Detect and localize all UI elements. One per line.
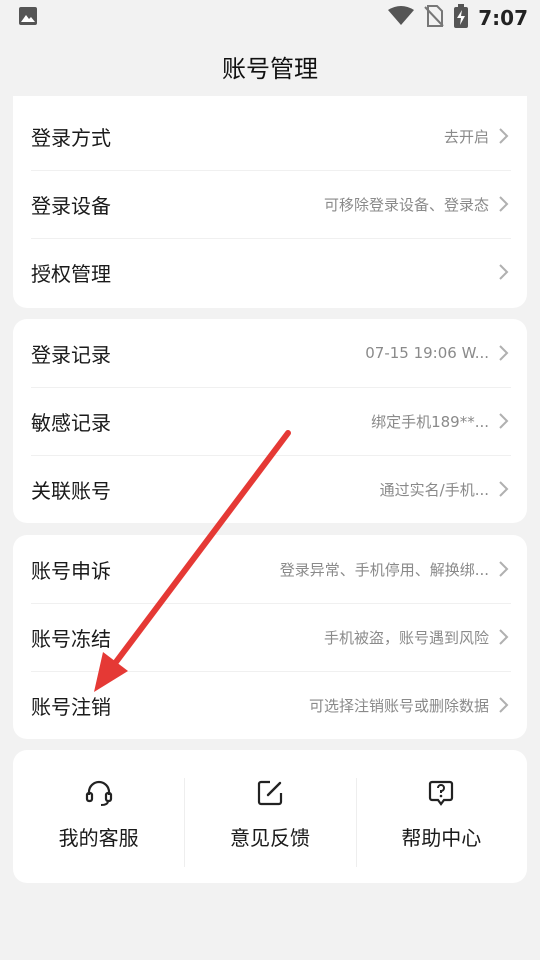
row-value: 绑定手机189**...	[371, 412, 489, 431]
status-bar: 7:07	[0, 0, 540, 36]
row-label: 登录方式	[31, 125, 111, 150]
row-linked-accounts[interactable]: 关联账号 通过实名/手机...	[13, 455, 527, 523]
chevron-right-icon	[499, 196, 509, 212]
row-value: 登录异常、手机停用、解换绑...	[279, 560, 489, 579]
row-label: 授权管理	[31, 261, 111, 286]
tool-feedback[interactable]: 意见反馈	[184, 750, 355, 883]
row-login-devices[interactable]: 登录设备 可移除登录设备、登录态	[13, 170, 527, 238]
settings-group-account-actions: 账号申诉 登录异常、手机停用、解换绑... 账号冻结 手机被盗，账号遇到风险 账…	[13, 535, 527, 739]
row-label: 账号申诉	[31, 558, 111, 583]
row-value: 手机被盗，账号遇到风险	[323, 628, 489, 647]
row-login-history[interactable]: 登录记录 07-15 19:06 W...	[13, 319, 527, 387]
tool-customer-service[interactable]: 我的客服	[13, 750, 184, 883]
row-value: 可移除登录设备、登录态	[323, 195, 489, 214]
battery-charging-icon	[454, 4, 469, 32]
row-label: 敏感记录	[31, 410, 111, 435]
row-login-method[interactable]: 登录方式 去开启	[13, 102, 527, 170]
row-value: 通过实名/手机...	[379, 480, 489, 499]
edit-feedback-icon	[257, 780, 283, 806]
no-sim-icon	[424, 5, 444, 31]
row-value: 07-15 19:06 W...	[365, 344, 489, 362]
row-account-freeze[interactable]: 账号冻结 手机被盗，账号遇到风险	[13, 603, 527, 671]
chevron-right-icon	[499, 561, 509, 577]
headset-icon	[85, 780, 112, 806]
row-value: 去开启	[443, 127, 489, 146]
row-account-deletion[interactable]: 账号注销 可选择注销账号或删除数据	[13, 671, 527, 739]
chevron-right-icon	[499, 481, 509, 497]
chevron-right-icon	[499, 345, 509, 361]
status-time: 7:07	[478, 6, 528, 30]
tool-help-center[interactable]: 帮助中心	[355, 750, 527, 883]
row-label: 账号冻结	[31, 626, 111, 651]
chevron-right-icon	[499, 629, 509, 645]
tool-label: 帮助中心	[401, 826, 482, 850]
settings-group-records: 登录记录 07-15 19:06 W... 敏感记录 绑定手机189**... …	[13, 319, 527, 523]
row-label: 登录设备	[31, 193, 111, 218]
chevron-right-icon	[499, 264, 509, 280]
chevron-right-icon	[499, 697, 509, 713]
wifi-icon	[388, 6, 415, 30]
row-authorization[interactable]: 授权管理	[13, 238, 527, 306]
row-value: 可选择注销账号或删除数据	[308, 696, 489, 715]
settings-group-login: 登录方式 去开启 登录设备 可移除登录设备、登录态 授权管理	[13, 96, 527, 308]
tool-label: 意见反馈	[229, 826, 310, 850]
tool-label: 我的客服	[58, 826, 139, 850]
help-icon	[429, 780, 454, 806]
row-label: 登录记录	[31, 342, 111, 367]
row-sensitive-records[interactable]: 敏感记录 绑定手机189**...	[13, 387, 527, 455]
image-icon	[18, 6, 38, 30]
header: 账号管理	[0, 36, 540, 96]
row-label: 账号注销	[31, 694, 111, 719]
chevron-right-icon	[499, 413, 509, 429]
row-label: 关联账号	[31, 478, 111, 503]
chevron-right-icon	[499, 128, 509, 144]
page-title: 账号管理	[222, 54, 318, 83]
service-tools: 我的客服 意见反馈 帮助中心	[13, 750, 527, 883]
row-account-appeal[interactable]: 账号申诉 登录异常、手机停用、解换绑...	[13, 535, 527, 603]
